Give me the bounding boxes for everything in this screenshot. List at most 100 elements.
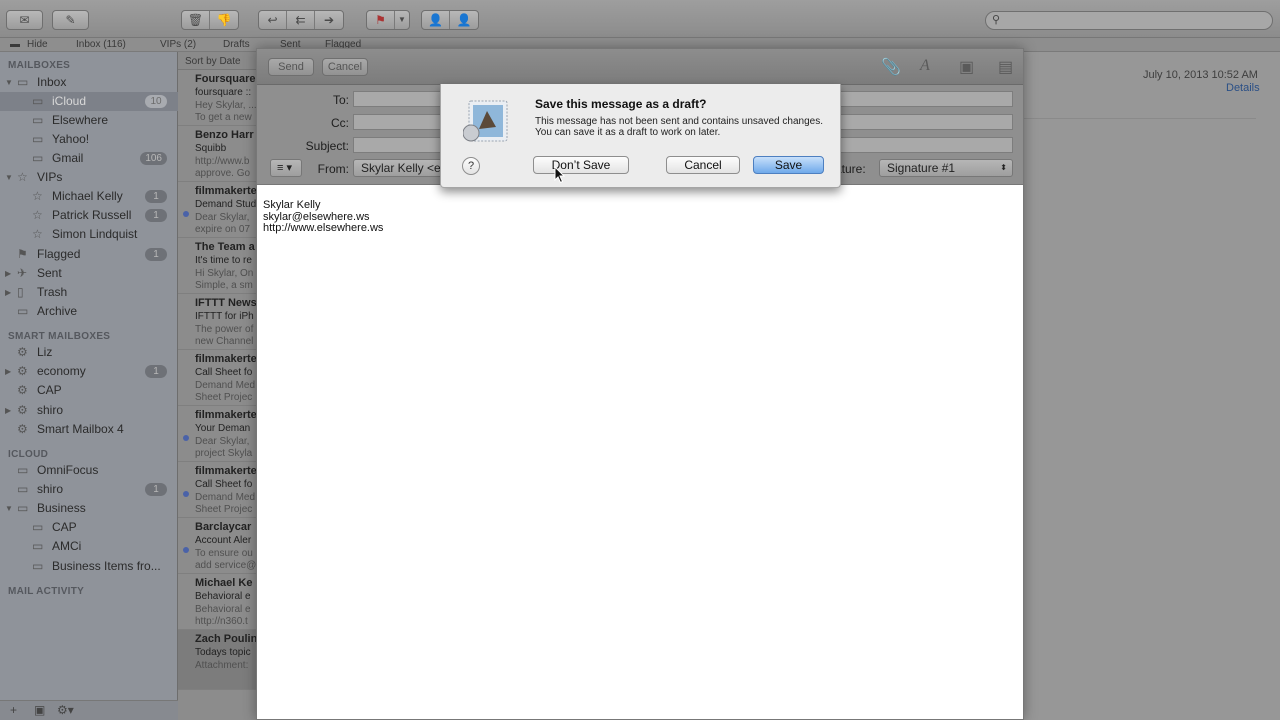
sidebar-item-shiro-smart[interactable]: ▶ ⚙ shiro (0, 401, 178, 420)
disclosure-closed-icon[interactable]: ▶ (5, 362, 11, 381)
message-preview: new Channel (195, 336, 254, 347)
forward-icon[interactable]: ➔ (315, 11, 343, 29)
save-button[interactable]: Save (753, 156, 824, 174)
sidebar-item-business-items[interactable]: ▭ Business Items fro... (0, 557, 178, 576)
sort-bar[interactable]: Sort by Date (178, 52, 258, 70)
add-contact-icon[interactable]: 👤 (422, 11, 450, 29)
from-label: From: (317, 162, 349, 176)
cancel-compose-button[interactable]: Cancel (322, 58, 368, 76)
sidebar-item-label: Liz (37, 345, 53, 359)
help-button[interactable]: ? (462, 157, 480, 175)
favorites-vips[interactable]: VIPs (2) (160, 38, 196, 52)
disclosure-open-icon[interactable]: ▼ (5, 73, 13, 92)
unread-badge: 1 (145, 248, 167, 261)
message-subject: IFTTT for iPh (195, 311, 254, 322)
disclosure-closed-icon[interactable]: ▶ (5, 283, 11, 302)
sidebar-item-omnifocus[interactable]: ▭ OmniFocus (0, 461, 178, 480)
sidebar-item-patrick-russell[interactable]: ☆ Patrick Russell 1 (0, 206, 178, 225)
sidebar-item-trash[interactable]: ▶ ▯ Trash (0, 283, 178, 302)
sidebar-item-label: Gmail (52, 151, 84, 165)
search-input[interactable]: ⚲ (985, 11, 1273, 30)
sidebar-item-elsewhere[interactable]: ▭ Elsewhere (0, 111, 178, 130)
sidebar-item-sent[interactable]: ▶ ✈ Sent (0, 264, 178, 283)
sidebar-item-flagged[interactable]: ⚑ Flagged 1 (0, 245, 178, 264)
sidebar-item-business[interactable]: ▼ ▭ Business (0, 499, 178, 518)
list-item[interactable]: filmmakerte Your Deman Dear Skylar, proj… (178, 406, 258, 462)
list-item[interactable]: IFTTT News IFTTT for iPh The power of ne… (178, 294, 258, 350)
sidebar-item-cap-folder[interactable]: ▭ CAP (0, 518, 178, 537)
sidebar-item-icloud[interactable]: ▭ iCloud 10 (0, 92, 178, 111)
sidebar-item-simon-lindquist[interactable]: ☆ Simon Lindquist (0, 225, 178, 244)
sidebar-item-cap[interactable]: ⚙ CAP (0, 381, 178, 400)
compose-body[interactable]: Skylar Kelly skylar@elsewhere.ws http://… (263, 199, 384, 235)
contact-icon[interactable]: 👤 (450, 11, 478, 29)
list-format-button[interactable]: ≡ ▾ (270, 159, 302, 177)
folder-icon: ▭ (17, 463, 29, 477)
list-item[interactable]: filmmakerte Demand Stud Dear Skylar, exp… (178, 182, 258, 238)
list-item[interactable]: filmmakerte Call Sheet fo Demand Med She… (178, 350, 258, 406)
to-label: To: (332, 93, 349, 107)
dont-save-button[interactable]: Don’t Save (533, 156, 629, 174)
sidebar-item-vips[interactable]: ▼ ☆ VIPs (0, 168, 178, 187)
send-button[interactable]: Send (268, 58, 314, 76)
sidebar-item-liz[interactable]: ⚙ Liz (0, 343, 178, 362)
gear-icon: ⚙ (17, 383, 28, 397)
message-subject: Todays topic (195, 647, 251, 658)
signature-select[interactable]: Signature #1 ⬍ (879, 159, 1013, 177)
star-icon: ☆ (17, 170, 28, 184)
reply-all-icon[interactable]: ⇇ (287, 11, 315, 29)
signature-line: http://www.elsewhere.ws (263, 222, 384, 234)
disclosure-closed-icon[interactable]: ▶ (5, 264, 11, 283)
list-item[interactable]: Barclaycar Account Aler To ensure ou add… (178, 518, 258, 574)
sidebar-item-michael-kelly[interactable]: ☆ Michael Kelly 1 (0, 187, 178, 206)
sidebar-item-yahoo[interactable]: ▭ Yahoo! (0, 130, 178, 149)
sidebar-item-economy[interactable]: ▶ ⚙ economy 1 (0, 362, 178, 381)
sidebar-item-smart-mailbox-4[interactable]: ⚙ Smart Mailbox 4 (0, 420, 178, 439)
add-icon[interactable]: + (10, 703, 17, 717)
sidebar-item-gmail[interactable]: ▭ Gmail 106 (0, 149, 178, 168)
paperclip-icon[interactable]: 📎 (881, 57, 901, 77)
favorites-inbox[interactable]: Inbox (116) (76, 38, 126, 52)
message-preview: Sheet Projec (195, 392, 253, 403)
get-mail-button[interactable]: ✉ (6, 10, 43, 30)
new-message-button[interactable]: ✎ (52, 10, 89, 30)
compose-toolbar: Send Cancel 📎 A ▣ ▤ (257, 49, 1023, 85)
disclosure-open-icon[interactable]: ▼ (5, 499, 13, 518)
message-sender: filmmakerte (195, 185, 257, 197)
message-subject: Squibb (195, 143, 227, 154)
cancel-button[interactable]: Cancel (666, 156, 740, 174)
unread-badge: 10 (145, 95, 167, 108)
chevron-down-icon[interactable]: ▼ (395, 11, 409, 29)
thumbs-down-icon[interactable]: 👎 (210, 11, 238, 29)
list-item[interactable]: Foursquare foursquare :: Hey Skylar, ...… (178, 70, 258, 126)
message-preview: Simple, a sm (195, 280, 253, 291)
reply-icon[interactable]: ↩ (259, 11, 287, 29)
favorites-hide[interactable]: Hide (27, 38, 48, 52)
mailbox-icon[interactable]: ▣ (34, 703, 45, 717)
sidebar-item-label: iCloud (52, 94, 87, 108)
trash-icon[interactable]: 🗑 (182, 11, 210, 29)
details-link[interactable]: Details (1226, 82, 1260, 94)
header-options-icon[interactable]: ▤ (998, 57, 1013, 77)
flag-icon[interactable]: ⚑ (367, 11, 395, 29)
list-item[interactable]: Benzo Harr Squibb http://www.b approve. … (178, 126, 258, 182)
message-sender: The Team a (195, 241, 255, 253)
format-text-icon[interactable]: A (920, 57, 930, 75)
sidebar-item-inbox[interactable]: ▼ ▭ Inbox (0, 73, 178, 92)
folder-icon: ▭ (32, 520, 44, 534)
sidebar-item-shiro-folder[interactable]: ▭ shiro 1 (0, 480, 178, 499)
list-item[interactable]: Zach Poulin Todays topic Attachment: (178, 630, 258, 690)
list-item[interactable]: Michael Ke Behavioral e Behavioral e htt… (178, 574, 258, 630)
disclosure-closed-icon[interactable]: ▶ (5, 401, 11, 420)
message-subject: It's time to re (195, 255, 252, 266)
disclosure-open-icon[interactable]: ▼ (5, 168, 13, 187)
favorites-drafts[interactable]: Drafts (223, 38, 250, 52)
list-item[interactable]: The Team a It's time to re Hi Skylar, On… (178, 238, 258, 294)
updown-arrows-icon: ⬍ (1000, 163, 1007, 172)
sidebar-item-archive[interactable]: ▭ Archive (0, 302, 178, 321)
gear-icon[interactable]: ⚙▾ (57, 703, 74, 717)
photo-browser-icon[interactable]: ▣ (959, 57, 974, 77)
sidebar-item-amci[interactable]: ▭ AMCi (0, 537, 178, 556)
list-item[interactable]: filmmakerte Call Sheet fo Demand Med She… (178, 462, 258, 518)
archive-box-icon: ▭ (17, 304, 29, 318)
